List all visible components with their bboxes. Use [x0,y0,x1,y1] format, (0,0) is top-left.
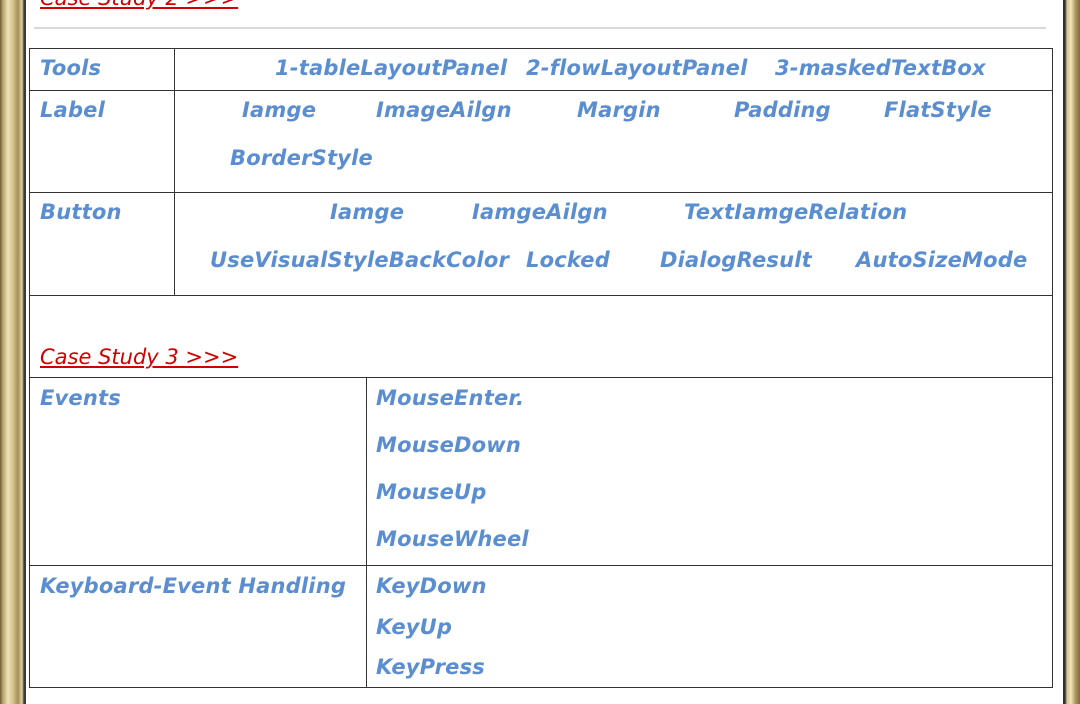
label-item: Iamge [242,98,317,122]
keyboard-event-item: KeyPress [376,655,485,679]
tools-item: 1-tableLayoutPanel [275,56,508,80]
row-label-keyboard-events: Keyboard-Event Handling [40,574,347,598]
button-item: TextIamgeRelation [684,200,908,224]
button-item: Locked [526,248,610,272]
document-frame-left [0,0,26,704]
label-item: Padding [734,98,831,122]
label-item: FlatStyle [884,98,992,122]
tools-item: 3-maskedTextBox [775,56,986,80]
row-divider [30,565,1052,566]
row-divider [30,90,1052,91]
horizontal-rule [34,27,1046,29]
column-divider [174,49,175,295]
button-item: IamgeAilgn [472,200,608,224]
event-item: MouseEnter. [376,386,525,410]
properties-table: Tools 1-tableLayoutPanel 2-flowLayoutPan… [29,48,1053,296]
label-item: ImageAilgn [376,98,512,122]
row-label-tools: Tools [40,56,102,80]
button-item: AutoSizeMode [856,248,1028,272]
label-item: BorderStyle [230,146,373,170]
case-study-3-heading: Case Study 3 >>> [40,345,239,369]
keyboard-event-item: KeyDown [376,574,487,598]
document-frame-right [1063,0,1080,704]
keyboard-event-item: KeyUp [376,615,453,639]
tools-item: 2-flowLayoutPanel [526,56,748,80]
column-divider [366,378,367,687]
event-item: MouseUp [376,480,487,504]
row-divider [30,192,1052,193]
row-label-label: Label [40,98,106,122]
events-table: Events MouseEnter. MouseDown MouseUp Mou… [29,377,1053,688]
button-item: UseVisualStyleBackColor [210,248,509,272]
row-label-events: Events [40,386,121,410]
button-item: DialogResult [660,248,812,272]
case-study-2-heading: Case Study 2 >>> [40,0,238,10]
document-page: Case Study 2 >>> Tools 1-tableLayoutPane… [26,0,1063,704]
event-item: MouseDown [376,433,522,457]
event-item: MouseWheel [376,527,529,551]
button-item: Iamge [330,200,405,224]
label-item: Margin [577,98,661,122]
row-label-button: Button [40,200,122,224]
